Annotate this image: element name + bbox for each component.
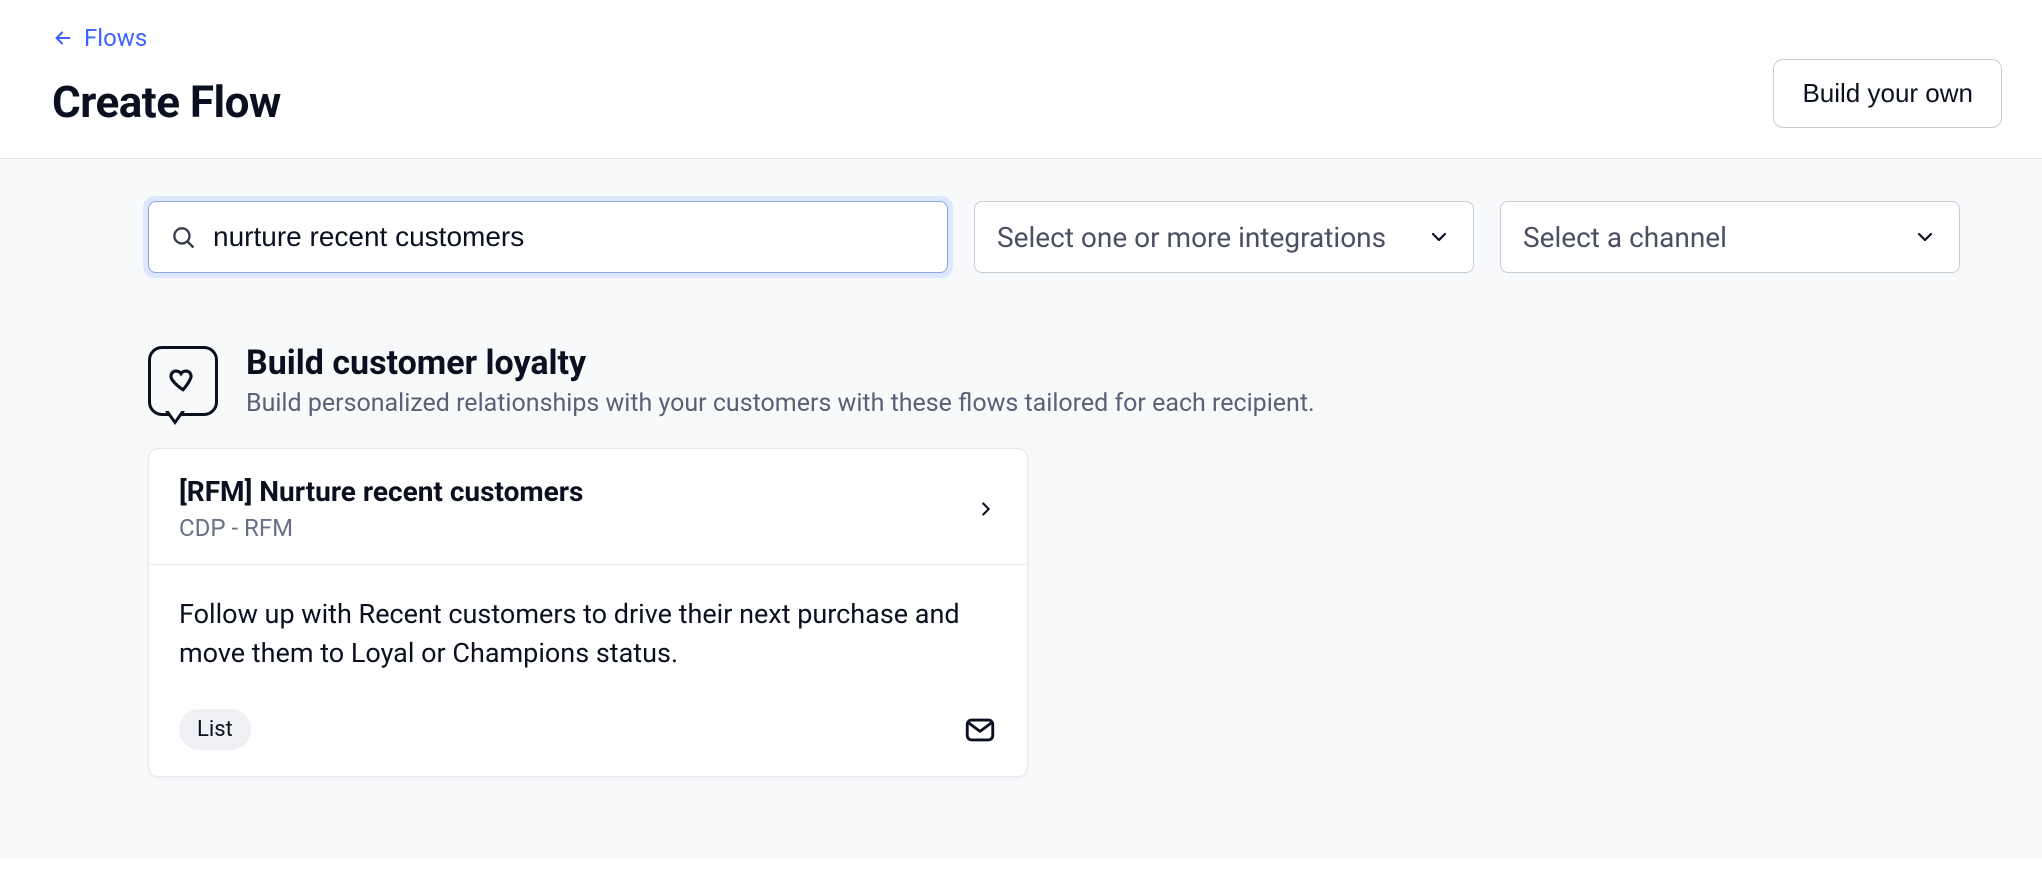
flow-card: [RFM] Nurture recent customers CDP - RFM… bbox=[148, 448, 1028, 777]
chevron-down-icon bbox=[1427, 225, 1451, 249]
flow-card-header[interactable]: [RFM] Nurture recent customers CDP - RFM bbox=[149, 449, 1027, 565]
integrations-select[interactable]: Select one or more integrations bbox=[974, 201, 1474, 273]
filter-bar: Select one or more integrations Select a… bbox=[148, 201, 2042, 273]
channel-select[interactable]: Select a channel bbox=[1500, 201, 1960, 273]
breadcrumb-back[interactable]: Flows bbox=[52, 24, 147, 52]
integrations-select-label: Select one or more integrations bbox=[997, 221, 1386, 254]
mail-icon bbox=[963, 713, 997, 747]
chevron-right-icon bbox=[975, 498, 997, 520]
arrow-left-icon bbox=[52, 27, 74, 49]
section-title: Build customer loyalty bbox=[246, 343, 1315, 383]
chevron-down-icon bbox=[1913, 225, 1937, 249]
page-header: Flows Create Flow Build your own bbox=[0, 0, 2042, 159]
flow-card-title: [RFM] Nurture recent customers bbox=[179, 475, 583, 508]
build-your-own-button[interactable]: Build your own bbox=[1773, 59, 2002, 128]
search-field bbox=[148, 201, 948, 273]
flow-card-tag: List bbox=[179, 709, 251, 750]
search-icon bbox=[170, 224, 196, 250]
flow-card-subtitle: CDP - RFM bbox=[179, 514, 583, 542]
channel-select-label: Select a channel bbox=[1523, 221, 1727, 254]
heart-speech-icon bbox=[148, 346, 218, 416]
flow-card-description: Follow up with Recent customers to drive… bbox=[179, 595, 997, 673]
search-input[interactable] bbox=[148, 201, 948, 273]
page-title: Create Flow bbox=[52, 76, 281, 128]
breadcrumb-label: Flows bbox=[84, 24, 147, 52]
section-header: Build customer loyalty Build personalize… bbox=[148, 343, 2042, 418]
section-description: Build personalized relationships with yo… bbox=[246, 389, 1315, 418]
